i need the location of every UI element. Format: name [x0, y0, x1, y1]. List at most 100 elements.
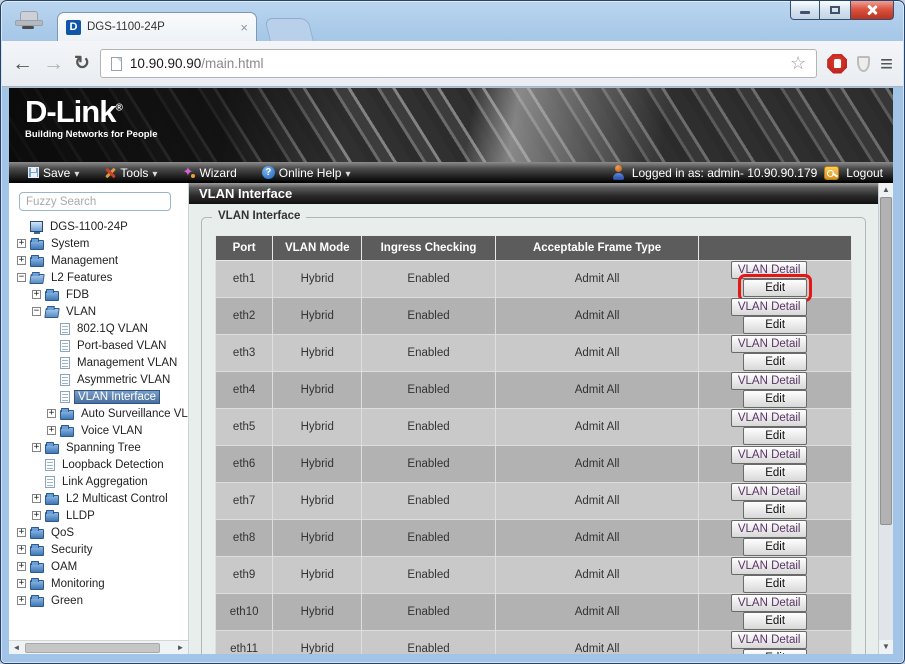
sidebar-tree-item[interactable]: + Green: [9, 592, 188, 609]
sidebar-tree-item[interactable]: + FDB: [9, 286, 188, 303]
minimize-button[interactable]: [790, 1, 820, 20]
close-button[interactable]: [850, 1, 894, 20]
sidebar-tree-item[interactable]: + L2 Multicast Control: [9, 490, 188, 507]
vlan-detail-button[interactable]: VLAN Detail: [731, 557, 808, 575]
edit-button[interactable]: Edit: [743, 353, 807, 371]
forward-button[interactable]: [43, 52, 64, 76]
vlan-detail-button[interactable]: VLAN Detail: [731, 261, 808, 279]
shield-extension-icon[interactable]: [857, 56, 870, 72]
vlan-detail-button[interactable]: VLAN Detail: [731, 298, 808, 316]
sidebar-tree-item[interactable]: Port-based VLAN: [9, 337, 188, 354]
stop-hand-extension-icon[interactable]: [827, 54, 847, 74]
tools-menu[interactable]: Tools: [95, 162, 166, 183]
titlebar[interactable]: DGS-1100-24P ×: [1, 1, 904, 41]
sidebar-tree-item[interactable]: + QoS: [9, 524, 188, 541]
scrollbar-thumb[interactable]: [880, 197, 892, 525]
tree-item-label[interactable]: DGS-1100-24P: [47, 220, 131, 234]
sidebar-tree-item[interactable]: + Spanning Tree: [9, 439, 188, 456]
online-help-menu[interactable]: Online Help: [253, 162, 360, 183]
edit-button[interactable]: Edit: [743, 279, 807, 297]
scrollbar-track[interactable]: [879, 197, 893, 640]
tree-item-label[interactable]: OAM: [48, 560, 80, 574]
new-tab-button[interactable]: [264, 18, 314, 41]
browser-tab[interactable]: DGS-1100-24P ×: [57, 12, 257, 41]
fuzzy-search-input[interactable]: [19, 192, 171, 211]
vlan-detail-button[interactable]: VLAN Detail: [731, 631, 808, 649]
sidebar-tree-item[interactable]: Asymmetric VLAN: [9, 371, 188, 388]
edit-button[interactable]: Edit: [743, 316, 807, 334]
tree-item-label[interactable]: Asymmetric VLAN: [74, 373, 173, 387]
tree-item-label[interactable]: Loopback Detection: [59, 458, 167, 472]
edit-button[interactable]: Edit: [743, 390, 807, 408]
vlan-detail-button[interactable]: VLAN Detail: [731, 520, 808, 538]
logout-link[interactable]: Logout: [846, 166, 883, 180]
tree-item-label[interactable]: 802.1Q VLAN: [74, 322, 151, 336]
tree-expander-icon[interactable]: +: [17, 256, 26, 265]
sidebar-tree-item[interactable]: VLAN Interface: [9, 388, 188, 405]
sidebar-tree-item[interactable]: + Management: [9, 252, 188, 269]
scroll-left-icon[interactable]: ◄: [10, 643, 23, 652]
tree-item-label[interactable]: LLDP: [63, 509, 98, 523]
vlan-detail-button[interactable]: VLAN Detail: [731, 335, 808, 353]
tree-expander-icon[interactable]: +: [17, 528, 26, 537]
edit-button[interactable]: Edit: [743, 501, 807, 519]
tree-expander-icon[interactable]: +: [47, 409, 56, 418]
tree-item-label[interactable]: Link Aggregation: [59, 475, 151, 489]
tree-expander-icon[interactable]: −: [32, 307, 41, 316]
wizard-menu[interactable]: Wizard: [173, 162, 245, 183]
maximize-button[interactable]: [820, 1, 850, 20]
reload-button[interactable]: [74, 52, 90, 75]
sidebar-tree-item[interactable]: + OAM: [9, 558, 188, 575]
sidebar-tree-item[interactable]: + Security: [9, 541, 188, 558]
tree-item-label[interactable]: Port-based VLAN: [74, 339, 170, 353]
vlan-detail-button[interactable]: VLAN Detail: [731, 446, 808, 464]
address-bar[interactable]: 10.90.90.90/main.html: [100, 49, 817, 78]
url-text[interactable]: 10.90.90.90/main.html: [130, 56, 264, 71]
sidebar-tree-item[interactable]: + Monitoring: [9, 575, 188, 592]
tree-item-label[interactable]: FDB: [63, 288, 92, 302]
tree-expander-icon[interactable]: +: [17, 579, 26, 588]
tree-item-label[interactable]: Spanning Tree: [63, 441, 144, 455]
sidebar-tree-item[interactable]: + LLDP: [9, 507, 188, 524]
vlan-detail-button[interactable]: VLAN Detail: [731, 483, 808, 501]
scroll-down-icon[interactable]: ▼: [879, 640, 893, 654]
sidebar-tree-item[interactable]: Loopback Detection: [9, 456, 188, 473]
tree-expander-icon[interactable]: +: [17, 562, 26, 571]
content-vertical-scrollbar[interactable]: ▲ ▼: [878, 183, 893, 654]
tab-close-icon[interactable]: ×: [240, 21, 248, 34]
tree-item-label[interactable]: Monitoring: [48, 577, 108, 591]
tree-expander-icon[interactable]: +: [17, 545, 26, 554]
edit-button[interactable]: Edit: [743, 612, 807, 630]
edit-button[interactable]: Edit: [743, 427, 807, 445]
sidebar-tree-item[interactable]: Link Aggregation: [9, 473, 188, 490]
scroll-right-icon[interactable]: ►: [174, 643, 187, 652]
scrollbar-thumb[interactable]: [25, 643, 160, 653]
edit-button[interactable]: Edit: [743, 464, 807, 482]
tree-item-label[interactable]: Voice VLAN: [78, 424, 145, 438]
tree-item-label[interactable]: Management VLAN: [74, 356, 180, 370]
tree-expander-icon[interactable]: +: [32, 290, 41, 299]
chrome-menu-icon[interactable]: [880, 51, 893, 77]
bookmark-star-icon[interactable]: [790, 53, 806, 74]
sidebar-tree-item[interactable]: DGS-1100-24P: [9, 218, 188, 235]
tree-item-label[interactable]: Green: [48, 594, 86, 608]
tree-item-label[interactable]: Security: [48, 543, 96, 557]
sidebar-tree-item[interactable]: − L2 Features: [9, 269, 188, 286]
tree-item-label[interactable]: Auto Surveillance VLAN: [78, 407, 189, 421]
sidebar-tree-item[interactable]: + Auto Surveillance VLAN: [9, 405, 188, 422]
edit-button[interactable]: Edit: [743, 649, 807, 654]
sidebar-tree-item[interactable]: Management VLAN: [9, 354, 188, 371]
sidebar-tree-item[interactable]: − VLAN: [9, 303, 188, 320]
tree-item-label[interactable]: L2 Multicast Control: [63, 492, 171, 506]
sidebar-tree-item[interactable]: 802.1Q VLAN: [9, 320, 188, 337]
vlan-detail-button[interactable]: VLAN Detail: [731, 372, 808, 390]
tree-expander-icon[interactable]: +: [32, 511, 41, 520]
tree-expander-icon[interactable]: −: [17, 273, 26, 282]
tree-item-label[interactable]: System: [48, 237, 92, 251]
edit-button[interactable]: Edit: [743, 575, 807, 593]
scroll-up-icon[interactable]: ▲: [879, 183, 893, 197]
tree-expander-icon[interactable]: +: [32, 494, 41, 503]
tree-item-label[interactable]: Management: [48, 254, 121, 268]
sidebar-tree-item[interactable]: + Voice VLAN: [9, 422, 188, 439]
tree-item-label[interactable]: VLAN Interface: [74, 390, 160, 404]
